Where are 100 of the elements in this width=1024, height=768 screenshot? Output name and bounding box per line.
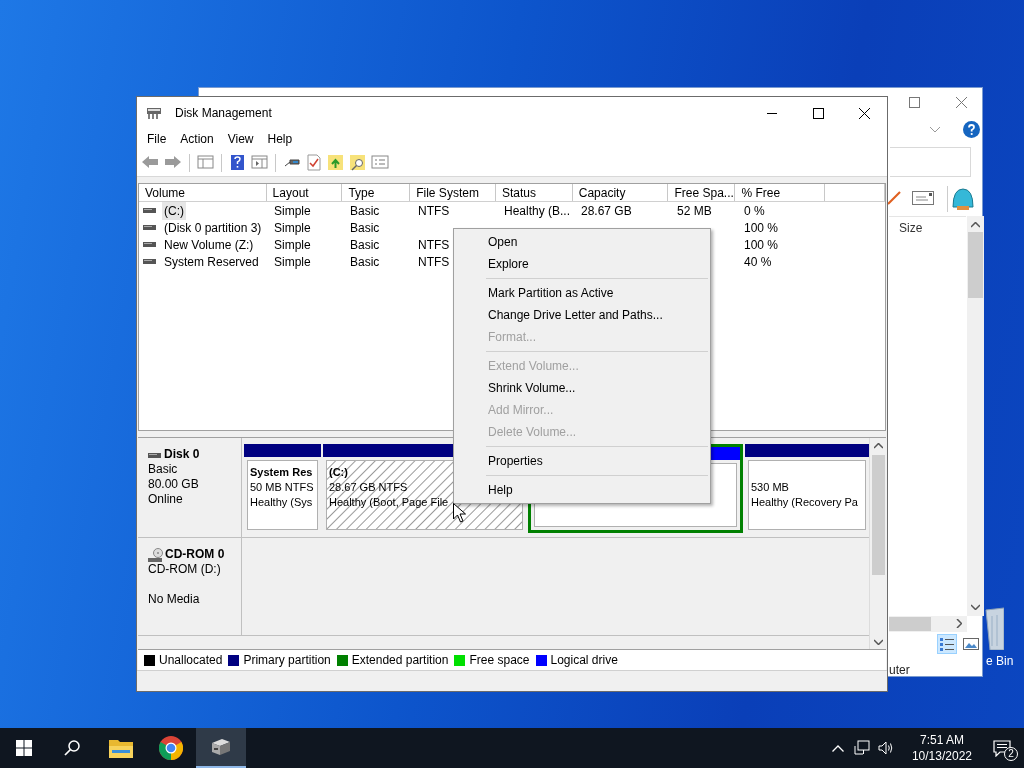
scroll-right-icon[interactable] (956, 619, 962, 628)
table-cell-text: 28.67 GB (581, 202, 632, 220)
table-cell[interactable]: System Reserved (162, 252, 261, 271)
checklist-icon[interactable] (305, 154, 322, 171)
table-cell-text: NTFS (418, 236, 450, 254)
scrollbar[interactable] (869, 438, 886, 649)
table-cell[interactable]: (Disk 0 partition 3) (162, 218, 264, 237)
table-cell-text: Healthy (B... (504, 202, 571, 220)
column-header[interactable]: Free Spa... (668, 184, 736, 201)
panel-icon[interactable] (251, 154, 268, 171)
menu-item[interactable]: View (220, 130, 261, 148)
menu-item[interactable]: Shrink Volume... (454, 377, 710, 399)
drive-icon (143, 208, 156, 213)
table-cell-text: Basic (350, 236, 380, 254)
table-cell-text: Simple (274, 236, 311, 254)
taskbar-button[interactable] (196, 728, 246, 768)
column-header[interactable]: Size (899, 219, 923, 237)
scroll-up-icon[interactable] (874, 443, 883, 449)
browser-icon[interactable] (159, 736, 183, 760)
disk-info: CD-ROM (D:) (148, 562, 222, 577)
scroll-up-icon[interactable] (971, 222, 980, 228)
column-header[interactable]: Type (342, 184, 411, 201)
notification-badge: 2 (1004, 747, 1018, 761)
table-cell[interactable]: New Volume (Z:) (162, 235, 256, 254)
scroll-down-icon[interactable] (874, 639, 883, 645)
menu-item[interactable]: Open (454, 231, 710, 253)
legend-label: Extended partition (351, 652, 449, 669)
pencil-icon[interactable] (887, 191, 901, 205)
icon-label[interactable]: e Bin (986, 652, 1014, 670)
legend-label: Primary partition (243, 652, 331, 669)
drive-icon (148, 453, 161, 458)
column-header[interactable]: File System (410, 184, 496, 201)
network-icon[interactable] (853, 740, 870, 756)
drive-icon (143, 225, 156, 230)
folder-icon[interactable] (109, 738, 133, 758)
close-icon[interactable] (858, 107, 870, 119)
cd-drive-icon (148, 548, 164, 562)
table-cell-text: Simple (274, 202, 311, 220)
table-cell-text: 40 % (744, 253, 772, 271)
menu-item[interactable]: Change Drive Letter and Paths... (454, 304, 710, 326)
shell-icon[interactable] (951, 187, 975, 211)
partition-title: System Res (250, 465, 313, 480)
scrollbar-thumb[interactable] (872, 455, 885, 575)
menu-item[interactable]: Explore (454, 253, 710, 275)
partition-info: 530 MB (751, 480, 789, 495)
menu-item[interactable]: Help (260, 130, 300, 148)
column-header[interactable]: Status (495, 184, 573, 201)
disk-info: Online (148, 492, 184, 507)
column-header[interactable]: Capacity (572, 184, 669, 201)
speaker-icon[interactable] (877, 740, 894, 756)
thumbnail-view-icon[interactable] (963, 638, 979, 650)
column-header[interactable]: Volume (139, 184, 267, 201)
partition-info: Healthy (Sys (250, 495, 313, 510)
notification-button[interactable]: 2 (980, 728, 1024, 768)
search-icon[interactable] (64, 740, 80, 756)
table-cell-text: NTFS (418, 253, 450, 271)
envelope-icon[interactable] (912, 191, 934, 205)
menu-item[interactable]: File (140, 130, 174, 148)
legend-label: Unallocated (159, 652, 223, 669)
clock-time[interactable]: 7:51 AM (919, 732, 964, 748)
status-text: uter (889, 662, 910, 679)
table-cell-text: 100 % (744, 236, 779, 254)
windows-logo-icon[interactable] (16, 740, 32, 756)
column-header[interactable]: Layout (266, 184, 343, 201)
menu-item[interactable]: Mark Partition as Active (454, 282, 710, 304)
scroll-down-icon[interactable] (971, 604, 980, 610)
chevron-up-icon[interactable] (831, 744, 844, 752)
drive-icon (143, 259, 156, 264)
disk-name: CD-ROM 0 (165, 547, 225, 562)
scrollbar-thumb[interactable] (889, 617, 931, 631)
partition-title: (C:) (329, 465, 348, 480)
partition-info: 28.67 GB NTFS (329, 480, 408, 495)
partition-info: Healthy (Recovery Pa (751, 495, 858, 510)
disk-info: 80.00 GB (148, 477, 200, 492)
chevron-down-icon[interactable] (930, 127, 940, 133)
legend-label: Free space (469, 652, 530, 669)
table-cell-text: Simple (274, 219, 311, 237)
recycle-bin-icon[interactable] (984, 606, 1004, 650)
table-cell-text: 100 % (744, 219, 779, 237)
column-header[interactable]: % Free (735, 184, 826, 201)
table-cell-text: 0 % (744, 202, 765, 220)
scrollbar[interactable] (889, 616, 967, 632)
table-cell-text: Basic (350, 219, 380, 237)
clock-date[interactable]: 10/13/2022 (911, 748, 972, 764)
cursor-icon (453, 503, 466, 523)
menu-item[interactable]: Action (173, 130, 221, 148)
folder-search-icon[interactable] (349, 154, 366, 171)
address-field[interactable] (890, 147, 971, 177)
forward-arrow-icon[interactable] (164, 154, 182, 171)
help-icon[interactable] (963, 121, 980, 138)
disk-drive-icon (146, 106, 162, 120)
table-cell-text: Simple (274, 253, 311, 271)
help-icon[interactable] (229, 154, 246, 171)
disk-drive-icon[interactable] (210, 737, 232, 757)
folder-up-icon[interactable] (327, 154, 344, 171)
back-arrow-icon[interactable] (141, 154, 159, 171)
maximize-icon[interactable] (812, 107, 824, 119)
disk-info: Basic (148, 462, 179, 477)
scrollbar-thumb[interactable] (968, 232, 983, 298)
scrollbar[interactable] (967, 216, 984, 616)
